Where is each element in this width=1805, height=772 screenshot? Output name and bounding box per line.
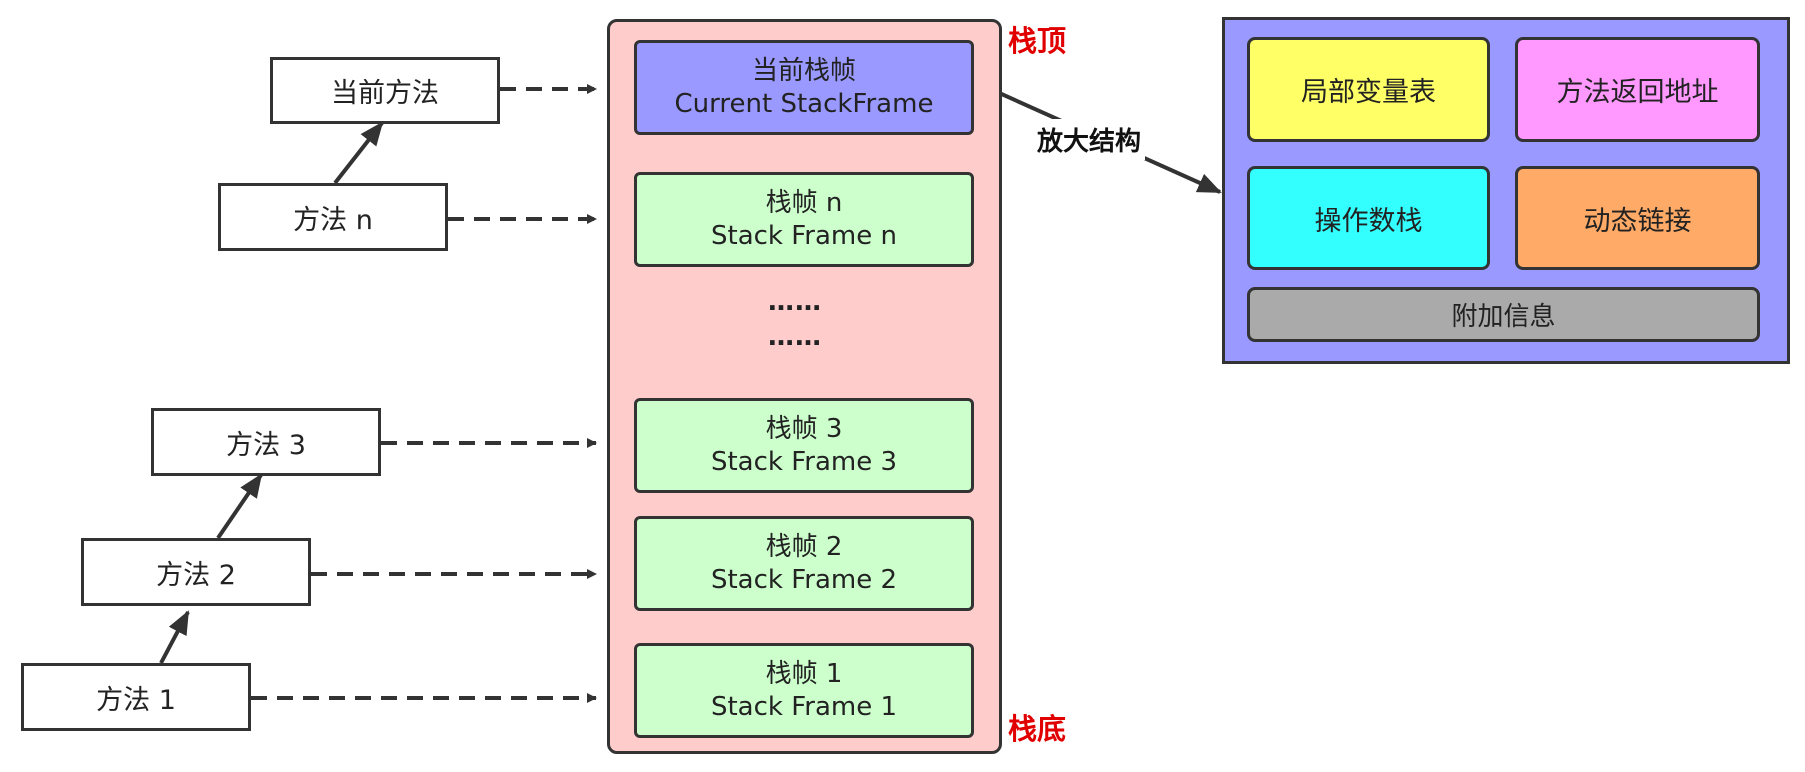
call-arrow-1-to-2 [159, 610, 190, 664]
ellipsis-1: …… [768, 287, 822, 317]
return-address-label: 方法返回地址 [1556, 77, 1719, 108]
zoom-label: 放大结构 [1033, 119, 1146, 160]
method-2-label: 方法 2 [156, 559, 236, 591]
extra-info: 附加信息 [1247, 287, 1760, 342]
ellipsis-2: …… [768, 322, 822, 352]
frame-current-subtitle: Current StackFrame [674, 88, 934, 119]
operand-stack: 操作数栈 [1247, 166, 1490, 270]
frame-current: 当前栈帧 Current StackFrame [634, 40, 974, 135]
frame-n-subtitle: Stack Frame n [711, 220, 897, 251]
method-n: 方法 n [218, 183, 448, 251]
frame-1: 栈帧 1 Stack Frame 1 [634, 643, 974, 738]
frame-3: 栈帧 3 Stack Frame 3 [634, 398, 974, 493]
method-current: 当前方法 [270, 57, 500, 124]
frame-2-subtitle: Stack Frame 2 [710, 564, 898, 595]
dynamic-linking-label: 动态链接 [1583, 205, 1692, 237]
method-3: 方法 3 [151, 408, 381, 476]
frame-2-title: 栈帧 2 [765, 531, 843, 562]
stack-top-label: 栈顶 [1008, 24, 1067, 58]
method-1-label: 方法 1 [96, 684, 176, 716]
frame-n-title: 栈帧 n [765, 187, 843, 218]
frame-2: 栈帧 2 Stack Frame 2 [634, 516, 974, 611]
extra-info-label: 附加信息 [1451, 302, 1556, 332]
local-variable-table-label: 局部变量表 [1301, 77, 1436, 108]
method-current-label: 当前方法 [331, 78, 439, 109]
frame-3-title: 栈帧 3 [765, 413, 843, 444]
frame-n: 栈帧 n Stack Frame n [634, 172, 974, 267]
frame-3-subtitle: Stack Frame 3 [710, 446, 898, 477]
frame-1-title: 栈帧 1 [765, 658, 843, 689]
local-variable-table: 局部变量表 [1247, 37, 1490, 142]
call-arrow-n-to-current [333, 121, 384, 185]
frame-current-title: 当前栈帧 [751, 55, 856, 86]
return-address: 方法返回地址 [1515, 37, 1760, 142]
method-3-label: 方法 3 [226, 429, 306, 461]
stack-bottom-label: 栈底 [1008, 712, 1067, 746]
dynamic-linking: 动态链接 [1515, 166, 1760, 270]
method-n-label: 方法 n [293, 204, 373, 236]
operand-stack-label: 操作数栈 [1314, 205, 1423, 237]
method-1: 方法 1 [21, 663, 251, 731]
call-arrow-2-to-3 [216, 473, 263, 540]
method-2: 方法 2 [81, 538, 311, 606]
frame-1-subtitle: Stack Frame 1 [710, 691, 898, 722]
